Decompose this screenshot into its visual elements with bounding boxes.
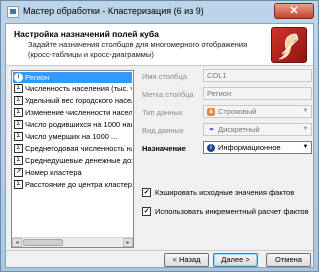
column-name-field: COL1 [203, 69, 312, 82]
footer-divider [6, 250, 313, 251]
list-item[interactable]: Σ Среднедушевые денежные дох [13, 155, 132, 166]
list-item-label: Число умерших на 1000 ... [25, 132, 118, 141]
back-button[interactable]: < Назад [164, 253, 209, 267]
data-type-label: Тип данных [142, 108, 183, 117]
incremental-calc-option[interactable]: ✓ Использовать инкрементный расчет факто… [142, 207, 312, 217]
measure-icon: Σ [14, 156, 23, 165]
column-name-label: Имя столбца [142, 72, 187, 81]
list-item[interactable]: Σ Число родившихся на 1000 нас [13, 119, 132, 130]
measure-icon: Σ [14, 132, 23, 141]
measure-icon: Σ [14, 120, 23, 129]
usage-value: Информационное [218, 143, 281, 152]
title-bar[interactable]: Мастер обработки - Кластеризация (6 из 9… [1, 1, 318, 23]
horizontal-scrollbar[interactable]: ◂ ▸ [12, 237, 133, 247]
list-item-label: Число родившихся на 1000 нас [25, 120, 132, 129]
page-description: Задайте назначения столбцов для многомер… [28, 40, 248, 59]
app-window-icon [7, 6, 19, 18]
list-item-label: Регион [25, 73, 50, 82]
measure-icon: Σ [14, 108, 23, 117]
close-button[interactable]: ✕ [274, 3, 314, 19]
deductor-logo-icon [271, 27, 307, 63]
data-type-value: Строковый [218, 107, 257, 116]
list-item-label: Изменение численности населен [25, 108, 132, 117]
list-item[interactable]: i Регион [13, 72, 132, 83]
info-icon: i [207, 144, 215, 152]
data-kind-select: ••• Дискретный ▼ [203, 123, 312, 136]
measure-icon: Σ [14, 96, 23, 105]
next-button[interactable]: Далее > [213, 253, 258, 267]
list-item[interactable]: ↗ Номер кластера [13, 167, 132, 178]
column-caption-label: Метка столбца [142, 90, 194, 99]
discrete-kind-icon: ••• [209, 127, 213, 133]
list-item-label: Численность населения (тыс. ч [25, 84, 132, 93]
measure-icon: Σ [14, 144, 23, 153]
usage-select[interactable]: i Информационное ▼ [203, 141, 312, 154]
measure-icon: Σ [14, 84, 23, 93]
scroll-left-icon[interactable]: ◂ [12, 238, 22, 247]
cache-facts-checkbox[interactable]: ✓ [142, 188, 151, 197]
cache-facts-option[interactable]: ✓ Кэшировать исходные значения фактов [142, 188, 312, 198]
window-title: Мастер обработки - Кластеризация (6 из 9… [23, 6, 204, 16]
dimension-icon: ↗ [14, 168, 23, 177]
wizard-window: Мастер обработки - Кластеризация (6 из 9… [0, 0, 319, 272]
cube-fields-list[interactable]: i Регион Σ Численность населения (тыс. ч… [11, 70, 134, 248]
data-type-select: a Строковый ▼ [203, 105, 312, 118]
list-item-label: Удельный вес городского насел [25, 96, 132, 105]
list-item[interactable]: Σ Численность населения (тыс. ч [13, 83, 132, 94]
data-kind-value: Дискретный [218, 125, 260, 134]
cancel-button[interactable]: Отмена [266, 253, 311, 267]
chevron-down-icon: ▼ [302, 108, 309, 114]
list-item-label: Номер кластера [25, 168, 82, 177]
wizard-client-area: Настройка назначений полей куба Задайте … [5, 23, 314, 268]
scroll-right-icon[interactable]: ▸ [123, 238, 133, 247]
scrollbar-thumb[interactable] [23, 239, 63, 246]
chevron-down-icon: ▼ [302, 126, 309, 132]
list-item[interactable]: Σ Расстояние до центра кластера [13, 179, 132, 190]
chevron-down-icon[interactable]: ▼ [300, 142, 311, 153]
column-caption-field: Регион [203, 87, 312, 100]
list-item[interactable]: Σ Изменение численности населен [13, 107, 132, 118]
list-item-label: Среднедушевые денежные дох [25, 156, 132, 165]
info-icon: i [14, 73, 23, 82]
list-item-label: Расстояние до центра кластера [25, 180, 132, 189]
incremental-calc-checkbox[interactable]: ✓ [142, 207, 151, 216]
data-kind-label: Вид данных [142, 126, 184, 135]
list-item-label: Среднегодовая численность на [25, 144, 132, 153]
wizard-header: Настройка назначений полей куба Задайте … [6, 24, 313, 66]
page-title: Настройка назначений полей куба [14, 29, 159, 39]
list-item[interactable]: Σ Число умерших на 1000 ... [13, 131, 132, 142]
cache-facts-label: Кэшировать исходные значения фактов [155, 188, 295, 197]
string-type-icon: a [207, 108, 215, 116]
usage-label: Назначение [142, 144, 186, 153]
measure-icon: Σ [14, 180, 23, 189]
list-item[interactable]: Σ Удельный вес городского насел [13, 95, 132, 106]
incremental-calc-label: Использовать инкрементный расчет фактов [155, 207, 309, 216]
list-item[interactable]: Σ Среднегодовая численность на [13, 143, 132, 154]
